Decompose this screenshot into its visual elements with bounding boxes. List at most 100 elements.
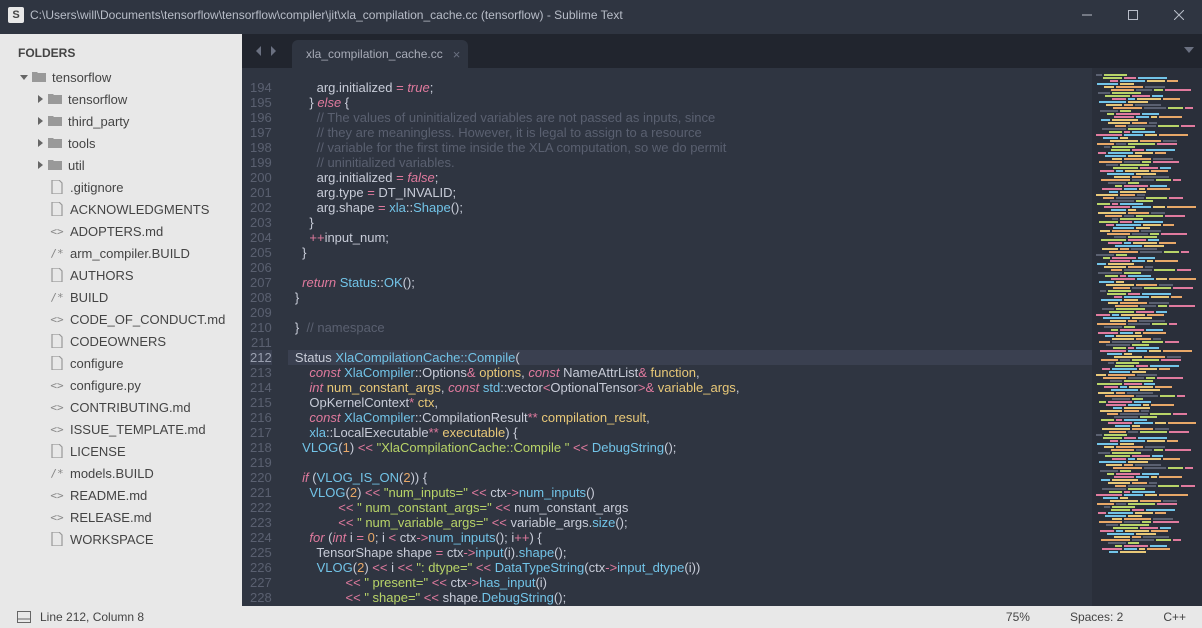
- code-line[interactable]: [288, 335, 1092, 350]
- syntax-language[interactable]: C++: [1163, 610, 1186, 624]
- tab-active[interactable]: xla_compilation_cache.cc ×: [292, 40, 468, 68]
- code-line[interactable]: // variable for the first time inside th…: [288, 140, 1092, 155]
- line-number[interactable]: 205: [250, 245, 272, 260]
- line-number[interactable]: 223: [250, 515, 272, 530]
- file-item[interactable]: CODEOWNERS: [0, 330, 242, 352]
- code-line[interactable]: [288, 305, 1092, 320]
- nav-back-button[interactable]: [252, 44, 266, 62]
- line-number[interactable]: 202: [250, 200, 272, 215]
- code-text[interactable]: arg.initialized = true; } else { // The …: [280, 68, 1092, 606]
- line-number[interactable]: 228: [250, 590, 272, 605]
- code-line[interactable]: }: [288, 290, 1092, 305]
- tab-overflow-button[interactable]: [1184, 42, 1194, 60]
- file-item[interactable]: /*models.BUILD: [0, 462, 242, 484]
- zoom-level[interactable]: 75%: [1006, 610, 1030, 624]
- folder-root[interactable]: tensorflow: [0, 66, 242, 88]
- code-line[interactable]: const XlaCompiler::CompilationResult** c…: [288, 410, 1092, 425]
- line-number[interactable]: 216: [250, 410, 272, 425]
- line-number[interactable]: 217: [250, 425, 272, 440]
- line-number[interactable]: 195: [250, 95, 272, 110]
- line-number[interactable]: 224: [250, 530, 272, 545]
- line-number[interactable]: 219: [250, 455, 272, 470]
- file-item[interactable]: <>README.md: [0, 484, 242, 506]
- file-item[interactable]: <>configure.py: [0, 374, 242, 396]
- line-number[interactable]: 203: [250, 215, 272, 230]
- tab-close-button[interactable]: ×: [453, 47, 461, 62]
- line-number[interactable]: 212: [250, 350, 272, 365]
- code-line[interactable]: for (int i = 0; i < ctx->num_inputs(); i…: [288, 530, 1092, 545]
- line-number[interactable]: 221: [250, 485, 272, 500]
- code-line[interactable]: int num_constant_args, const std::vector…: [288, 380, 1092, 395]
- code-line[interactable]: Status XlaCompilationCache::Compile(: [288, 350, 1092, 365]
- code-line[interactable]: }: [288, 215, 1092, 230]
- code-line[interactable]: xla::LocalExecutable** executable) {: [288, 425, 1092, 440]
- line-number[interactable]: 208: [250, 290, 272, 305]
- folder-item[interactable]: util: [0, 154, 242, 176]
- code-line[interactable]: } // namespace: [288, 320, 1092, 335]
- line-number[interactable]: 211: [250, 335, 272, 350]
- file-item[interactable]: ACKNOWLEDGMENTS: [0, 198, 242, 220]
- line-number[interactable]: 215: [250, 395, 272, 410]
- file-item[interactable]: .gitignore: [0, 176, 242, 198]
- line-number[interactable]: 226: [250, 560, 272, 575]
- console-icon[interactable]: [16, 609, 32, 625]
- file-item[interactable]: <>RELEASE.md: [0, 506, 242, 528]
- code-line[interactable]: return Status::OK();: [288, 275, 1092, 290]
- code-line[interactable]: // they are meaningless. However, it is …: [288, 125, 1092, 140]
- code-line[interactable]: arg.initialized = false;: [288, 170, 1092, 185]
- sidebar[interactable]: FOLDERS tensorflow tensorflowthird_party…: [0, 34, 242, 606]
- indent-setting[interactable]: Spaces: 2: [1070, 610, 1123, 624]
- folder-item[interactable]: tensorflow: [0, 88, 242, 110]
- line-number[interactable]: 204: [250, 230, 272, 245]
- line-number[interactable]: 210: [250, 320, 272, 335]
- code-line[interactable]: // uninitialized variables.: [288, 155, 1092, 170]
- line-number[interactable]: 199: [250, 155, 272, 170]
- line-number[interactable]: 218: [250, 440, 272, 455]
- line-number[interactable]: 222: [250, 500, 272, 515]
- code-editor[interactable]: 1941951961971981992002012022032042052062…: [242, 68, 1092, 606]
- file-item[interactable]: configure: [0, 352, 242, 374]
- code-line[interactable]: arg.shape = xla::Shape();: [288, 200, 1092, 215]
- line-number[interactable]: 220: [250, 470, 272, 485]
- line-gutter[interactable]: 1941951961971981992002012022032042052062…: [242, 68, 280, 606]
- folder-item[interactable]: third_party: [0, 110, 242, 132]
- file-item[interactable]: WORKSPACE: [0, 528, 242, 550]
- code-line[interactable]: arg.initialized = true;: [288, 80, 1092, 95]
- line-number[interactable]: 200: [250, 170, 272, 185]
- code-line[interactable]: [288, 455, 1092, 470]
- line-number[interactable]: 214: [250, 380, 272, 395]
- line-number[interactable]: 213: [250, 365, 272, 380]
- code-line[interactable]: [288, 260, 1092, 275]
- code-line[interactable]: if (VLOG_IS_ON(2)) {: [288, 470, 1092, 485]
- code-line[interactable]: OpKernelContext* ctx,: [288, 395, 1092, 410]
- code-line[interactable]: ++input_num;: [288, 230, 1092, 245]
- line-number[interactable]: 209: [250, 305, 272, 320]
- minimap[interactable]: [1092, 68, 1202, 606]
- line-number[interactable]: 196: [250, 110, 272, 125]
- line-number[interactable]: 207: [250, 275, 272, 290]
- file-item[interactable]: /*BUILD: [0, 286, 242, 308]
- line-number[interactable]: 227: [250, 575, 272, 590]
- code-line[interactable]: TensorShape shape = ctx->input(i).shape(…: [288, 545, 1092, 560]
- close-button[interactable]: [1156, 0, 1202, 30]
- code-line[interactable]: // The values of uninitialized variables…: [288, 110, 1092, 125]
- file-item[interactable]: LICENSE: [0, 440, 242, 462]
- nav-forward-button[interactable]: [266, 44, 280, 62]
- code-line[interactable]: }: [288, 245, 1092, 260]
- code-line[interactable]: arg.type = DT_INVALID;: [288, 185, 1092, 200]
- file-item[interactable]: /*arm_compiler.BUILD: [0, 242, 242, 264]
- line-number[interactable]: 206: [250, 260, 272, 275]
- file-item[interactable]: <>ISSUE_TEMPLATE.md: [0, 418, 242, 440]
- code-line[interactable]: << " shape=" << shape.DebugString();: [288, 590, 1092, 605]
- file-item[interactable]: AUTHORS: [0, 264, 242, 286]
- file-item[interactable]: <>CODE_OF_CONDUCT.md: [0, 308, 242, 330]
- code-line[interactable]: << " num_constant_args=" << num_constant…: [288, 500, 1092, 515]
- maximize-button[interactable]: [1110, 0, 1156, 30]
- code-line[interactable]: VLOG(2) << i << ": dtype=" << DataTypeSt…: [288, 560, 1092, 575]
- line-number[interactable]: 198: [250, 140, 272, 155]
- code-line[interactable]: << " present=" << ctx->has_input(i): [288, 575, 1092, 590]
- code-line[interactable]: } else {: [288, 95, 1092, 110]
- folder-item[interactable]: tools: [0, 132, 242, 154]
- code-line[interactable]: << " num_variable_args=" << variable_arg…: [288, 515, 1092, 530]
- code-line[interactable]: VLOG(1) << "XlaCompilationCache::Compile…: [288, 440, 1092, 455]
